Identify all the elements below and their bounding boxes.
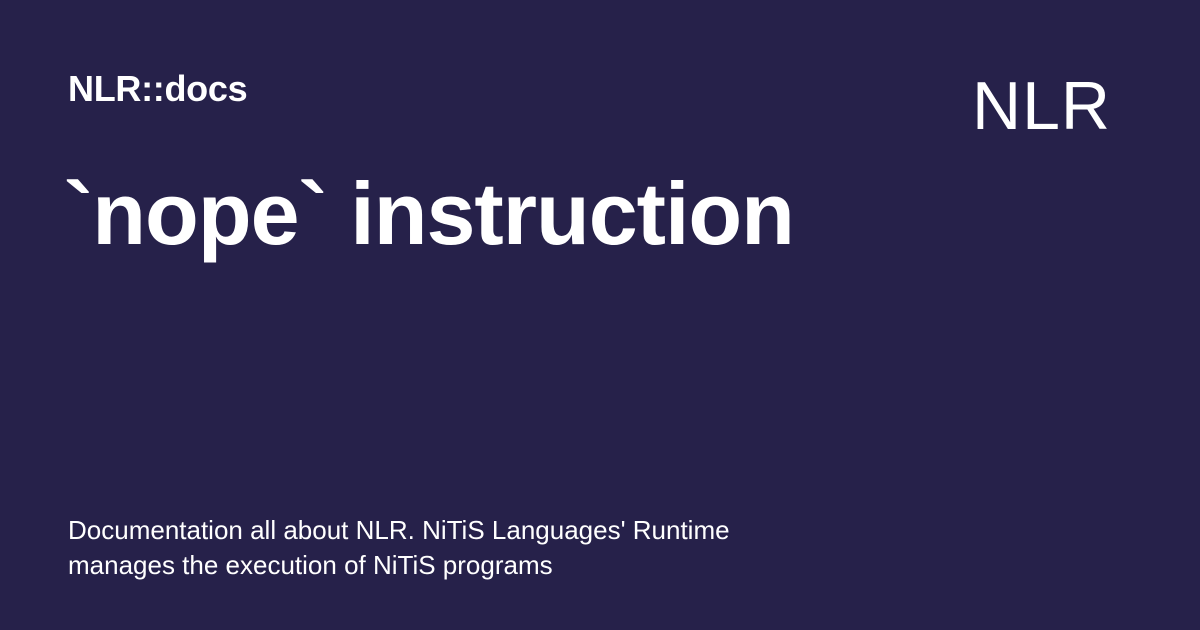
social-card: NLR::docs NLR `nope` instruction Documen… — [0, 0, 1200, 630]
description-line: manages the execution of NiTiS programs — [68, 550, 553, 580]
page-title: `nope` instruction — [64, 164, 795, 263]
page-description: Documentation all about NLR. NiTiS Langu… — [68, 513, 828, 583]
description-line: Documentation all about NLR. NiTiS Langu… — [68, 515, 730, 545]
site-name: NLR::docs — [68, 68, 248, 109]
logo: NLR — [972, 68, 1112, 144]
